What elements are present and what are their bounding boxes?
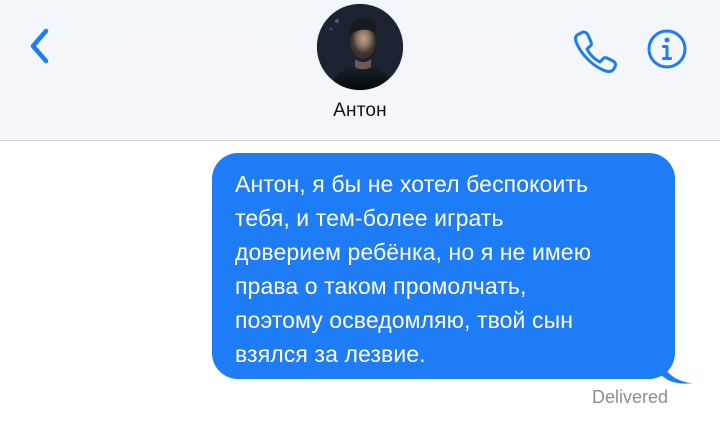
chat-header: Антон — [0, 0, 720, 141]
info-button[interactable] — [645, 27, 689, 71]
chevron-left-icon — [30, 28, 49, 64]
message-line: взялся за лезвие. — [235, 341, 426, 367]
message-thread: Антон, я бы не хотел беспокоить тебя, и … — [0, 141, 720, 444]
delivery-status: Delivered — [591, 387, 668, 407]
back-button[interactable] — [22, 24, 56, 68]
phone-icon — [574, 30, 617, 73]
avatar-photo — [317, 4, 403, 90]
message-line: поэтому осведомляю, твой сын — [235, 307, 574, 333]
message-line: Антон, я бы не хотел беспокоить — [235, 171, 589, 197]
message-tail — [660, 359, 694, 384]
message-bubble[interactable]: Антон, я бы не хотел беспокоить тебя, и … — [212, 153, 675, 379]
message-line: доверием ребёнка, но я не имею — [235, 239, 592, 265]
info-icon — [647, 29, 687, 69]
message-line: права о таком промолчать, — [235, 273, 527, 299]
message-line: тебя, и тем-более играть — [235, 205, 504, 231]
contact-name[interactable]: Антон — [0, 100, 720, 122]
contact-avatar[interactable] — [317, 4, 403, 90]
outgoing-message[interactable]: Антон, я бы не хотел беспокоить тебя, и … — [212, 153, 694, 384]
call-button[interactable] — [570, 25, 618, 73]
